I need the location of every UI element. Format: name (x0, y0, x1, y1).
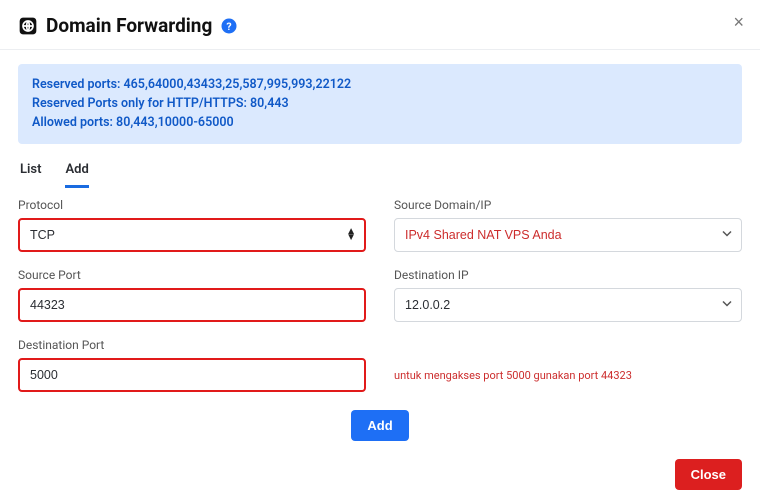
destination-ip-label: Destination IP (394, 268, 742, 282)
protocol-select[interactable] (18, 218, 366, 252)
source-domain-group: Source Domain/IP (394, 198, 742, 252)
globe-icon (18, 16, 38, 36)
close-button[interactable]: Close (675, 459, 742, 490)
source-domain-select[interactable] (394, 218, 742, 252)
port-info-box: Reserved ports: 465,64000,43433,25,587,9… (18, 64, 742, 144)
info-reserved-ports: Reserved ports: 465,64000,43433,25,587,9… (32, 76, 728, 95)
tab-bar: List Add (18, 158, 742, 188)
modal-title: Domain Forwarding (46, 14, 212, 37)
modal-body: Reserved ports: 465,64000,43433,25,587,9… (0, 50, 760, 441)
protocol-label: Protocol (18, 198, 366, 212)
protocol-group: Protocol ▲▼ (18, 198, 366, 252)
tab-list[interactable]: List (20, 158, 41, 188)
tab-add[interactable]: Add (65, 158, 88, 188)
destination-port-input[interactable] (18, 358, 366, 392)
source-port-group: Source Port (18, 268, 366, 322)
destination-port-note-group: untuk mengakses port 5000 gunakan port 4… (394, 338, 742, 392)
destination-port-label: Destination Port (18, 338, 366, 352)
port-mapping-note: untuk mengakses port 5000 gunakan port 4… (394, 358, 742, 382)
destination-ip-select[interactable] (394, 288, 742, 322)
modal-header: Domain Forwarding ? × (0, 0, 760, 49)
source-port-input[interactable] (18, 288, 366, 322)
info-reserved-http: Reserved Ports only for HTTP/HTTPS: 80,4… (32, 95, 728, 114)
destination-port-group: Destination Port (18, 338, 366, 392)
close-icon[interactable]: × (733, 12, 744, 33)
add-button[interactable]: Add (351, 410, 408, 441)
svg-text:?: ? (227, 19, 232, 32)
help-icon[interactable]: ? (220, 17, 238, 35)
form-grid: Protocol ▲▼ Source Domain/IP Source Port (18, 198, 742, 392)
add-row: Add (18, 410, 742, 441)
source-port-label: Source Port (18, 268, 366, 282)
destination-ip-group: Destination IP (394, 268, 742, 322)
modal-footer: Close (18, 449, 742, 490)
domain-forwarding-modal: Domain Forwarding ? × Reserved ports: 46… (0, 0, 760, 502)
spacer (394, 338, 742, 352)
info-allowed-ports: Allowed ports: 80,443,10000-65000 (32, 114, 728, 133)
source-domain-label: Source Domain/IP (394, 198, 742, 212)
